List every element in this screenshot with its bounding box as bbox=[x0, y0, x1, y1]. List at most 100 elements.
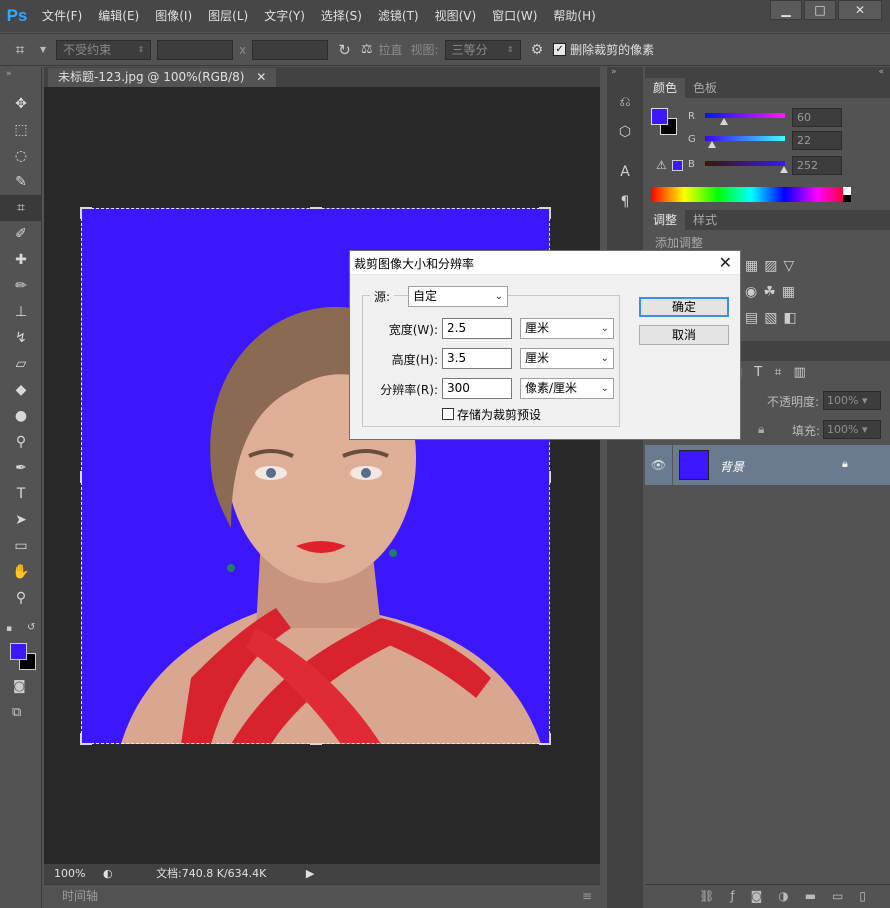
tab-adjustments[interactable]: 调整 bbox=[645, 210, 686, 230]
rectangle-tool-icon[interactable]: ▭ bbox=[0, 533, 42, 559]
crop-handle-left[interactable] bbox=[80, 471, 92, 483]
properties-panel-icon[interactable]: ⬡ bbox=[607, 117, 643, 147]
panel-foreground-swatch[interactable] bbox=[651, 108, 668, 125]
menu-type[interactable]: 文字(Y) bbox=[256, 0, 313, 32]
foreground-color-swatch[interactable] bbox=[10, 643, 27, 660]
layer-row-background[interactable]: 👁︎ 背景 🔒︎ bbox=[645, 445, 890, 485]
crop-handle-top[interactable] bbox=[310, 207, 322, 219]
close-tab-icon[interactable]: ✕ bbox=[256, 70, 266, 84]
preset-chevron-icon[interactable]: ▼ bbox=[40, 45, 46, 54]
save-preset-checkbox[interactable] bbox=[442, 408, 454, 420]
menu-help[interactable]: 帮助(H) bbox=[545, 0, 603, 32]
history-panel-icon[interactable]: ⎌ bbox=[607, 87, 643, 117]
layers-footer-icons[interactable]: ⛓ƒ◙◑▬▭▯ bbox=[645, 884, 890, 908]
crop-handle-top-right[interactable] bbox=[539, 207, 551, 219]
warning-icon[interactable]: ⚠ bbox=[656, 158, 667, 172]
straighten-icon[interactable]: ⚖ bbox=[361, 42, 373, 57]
paragraph-panel-icon[interactable]: ¶ bbox=[607, 187, 643, 217]
quick-mask-icon[interactable]: ◙ bbox=[13, 679, 26, 694]
width-input[interactable]: 2.5 bbox=[442, 318, 512, 339]
spectrum-white-swatch[interactable] bbox=[843, 187, 851, 195]
red-value-input[interactable]: 60 bbox=[792, 108, 842, 127]
blur-tool-icon[interactable]: ● bbox=[0, 403, 42, 429]
width-unit-dropdown[interactable]: 厘米 ⌄ bbox=[520, 318, 614, 339]
hand-tool-icon[interactable]: ✋ bbox=[0, 559, 42, 585]
timeline-menu-icon[interactable]: ≡ bbox=[582, 885, 592, 907]
crop-tool-preset-icon[interactable]: ⌗ bbox=[0, 40, 40, 60]
tab-color[interactable]: 颜色 bbox=[645, 78, 686, 98]
brush-tool-icon[interactable]: ✏ bbox=[0, 273, 42, 299]
panel-collapse-icon[interactable]: « bbox=[645, 67, 890, 78]
menu-image[interactable]: 图像(I) bbox=[147, 0, 200, 32]
blue-slider-thumb[interactable] bbox=[780, 166, 789, 173]
height-input[interactable]: 3.5 bbox=[442, 348, 512, 369]
red-slider-thumb[interactable] bbox=[719, 118, 728, 125]
document-tab[interactable]: 未标题-123.jpg @ 100%(RGB/8) ✕ bbox=[48, 68, 277, 87]
gear-icon[interactable]: ⚙ bbox=[531, 42, 544, 58]
crop-handle-bottom-left[interactable] bbox=[80, 733, 92, 745]
fill-input[interactable]: 100% ▾ bbox=[823, 420, 881, 439]
menu-window[interactable]: 窗口(W) bbox=[484, 0, 545, 32]
green-slider-thumb[interactable] bbox=[707, 141, 716, 148]
crop-handle-top-left[interactable] bbox=[80, 207, 92, 219]
screen-mode-icon[interactable]: ⧉ bbox=[12, 705, 21, 720]
type-tool-icon[interactable]: T bbox=[0, 481, 42, 507]
eraser-tool-icon[interactable]: ▱ bbox=[0, 351, 42, 377]
tab-styles[interactable]: 样式 bbox=[685, 210, 725, 230]
view-dropdown[interactable]: 三等分 ⇕ bbox=[444, 39, 521, 60]
green-value-input[interactable]: 22 bbox=[792, 131, 842, 150]
menu-select[interactable]: 选择(S) bbox=[313, 0, 370, 32]
pen-tool-icon[interactable]: ✒ bbox=[0, 455, 42, 481]
crop-height-input[interactable] bbox=[252, 39, 329, 60]
red-slider-track[interactable] bbox=[705, 113, 785, 118]
layer-filter-icons[interactable]: ▣T⌗▥ bbox=[730, 365, 818, 380]
swap-colors-icon[interactable]: ↺ bbox=[27, 622, 35, 633]
adjustment-icons-row-1[interactable]: ▦▨▽ bbox=[745, 258, 800, 274]
blue-value-input[interactable]: 252 bbox=[792, 156, 842, 175]
adjustment-icons-row-3[interactable]: ▤▧◧ bbox=[745, 310, 803, 326]
swap-icon[interactable]: ↻ bbox=[338, 41, 351, 59]
minimize-button[interactable]: ▁ bbox=[770, 0, 802, 20]
opacity-input[interactable]: 100% ▾ bbox=[823, 391, 881, 410]
menu-file[interactable]: 文件(F) bbox=[34, 0, 90, 32]
canvas-area[interactable] bbox=[44, 87, 600, 864]
resolution-input[interactable]: 300 bbox=[442, 378, 512, 399]
crop-handle-bottom[interactable] bbox=[310, 733, 322, 745]
toolbox-grip-icon[interactable]: » bbox=[0, 67, 41, 91]
status-menu-arrow-icon[interactable]: ▶ bbox=[306, 867, 314, 880]
marquee-tool-icon[interactable]: ⬚ bbox=[0, 117, 42, 143]
history-brush-tool-icon[interactable]: ↯ bbox=[0, 325, 42, 351]
paint-bucket-tool-icon[interactable]: ◆ bbox=[0, 377, 42, 403]
visibility-eye-icon[interactable]: 👁︎ bbox=[645, 445, 673, 485]
save-preset-label[interactable]: 存储为裁剪预设 bbox=[457, 406, 541, 423]
crop-tool-icon[interactable]: ⌗ bbox=[0, 195, 42, 221]
cancel-button[interactable]: 取消 bbox=[639, 325, 729, 345]
lasso-tool-icon[interactable]: ◌ bbox=[0, 143, 42, 169]
status-info-icon[interactable]: ◐ bbox=[103, 867, 113, 880]
move-tool-icon[interactable]: ✥ bbox=[0, 91, 42, 117]
dock-grip-icon[interactable]: » bbox=[607, 67, 643, 87]
lock-all-icon[interactable]: 🔒︎ bbox=[758, 422, 764, 437]
dialog-close-icon[interactable]: ✕ bbox=[719, 253, 732, 272]
close-window-button[interactable]: ✕ bbox=[838, 0, 882, 20]
menu-view[interactable]: 视图(V) bbox=[427, 0, 485, 32]
color-spectrum-bar[interactable] bbox=[651, 187, 851, 202]
healing-brush-tool-icon[interactable]: ✚ bbox=[0, 247, 42, 273]
web-safe-swatch[interactable] bbox=[672, 160, 683, 171]
character-panel-icon[interactable]: A bbox=[607, 157, 643, 187]
delete-cropped-checkbox[interactable]: ✓ bbox=[553, 43, 567, 56]
tab-swatches[interactable]: 色板 bbox=[685, 78, 725, 98]
clone-stamp-tool-icon[interactable]: ⊥ bbox=[0, 299, 42, 325]
crop-width-input[interactable] bbox=[157, 39, 234, 60]
layer-lock-icon[interactable]: 🔒︎ bbox=[842, 457, 848, 471]
blue-slider-track[interactable] bbox=[705, 161, 785, 166]
eyedropper-tool-icon[interactable]: ✐ bbox=[0, 221, 42, 247]
quick-select-tool-icon[interactable]: ✎ bbox=[0, 169, 42, 195]
menu-edit[interactable]: 编辑(E) bbox=[90, 0, 147, 32]
source-dropdown[interactable]: 自定 ⌄ bbox=[408, 286, 508, 307]
menu-layer[interactable]: 图层(L) bbox=[200, 0, 256, 32]
layer-name[interactable]: 背景 bbox=[720, 458, 744, 475]
height-unit-dropdown[interactable]: 厘米 ⌄ bbox=[520, 348, 614, 369]
zoom-tool-icon[interactable]: ⚲ bbox=[0, 585, 42, 611]
default-colors-icon[interactable]: ▪ bbox=[6, 624, 12, 634]
